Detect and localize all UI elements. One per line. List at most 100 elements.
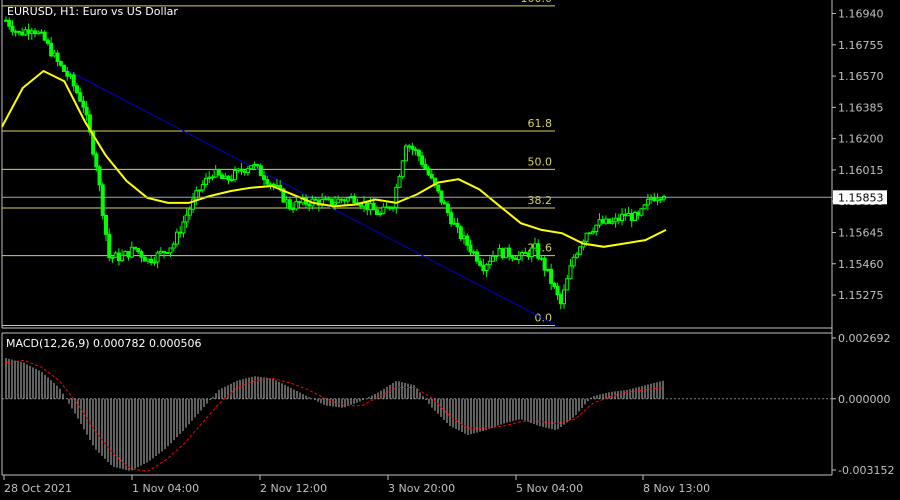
fibonacci-levels: 100.061.850.038.223.60.0 xyxy=(2,0,555,326)
price-tick-label: 1.15645 xyxy=(838,226,884,239)
trendline-layer xyxy=(61,67,556,326)
candle-body xyxy=(178,231,183,234)
fib-level-label: 50.0 xyxy=(528,155,553,168)
candle-body xyxy=(174,231,179,245)
candle-body xyxy=(413,148,418,151)
candle-body xyxy=(494,255,499,258)
candle-body xyxy=(136,248,141,253)
candle-body xyxy=(639,208,644,216)
candle-body xyxy=(210,176,215,179)
candle-body xyxy=(545,268,550,271)
candle-body xyxy=(426,168,431,176)
candle-body xyxy=(623,213,628,217)
candle-body xyxy=(603,218,608,224)
candle-body xyxy=(562,289,567,305)
candle-body xyxy=(584,232,589,242)
macd-tick-label: 0.002692 xyxy=(838,332,891,345)
candle-body xyxy=(342,199,347,202)
candle-body xyxy=(403,145,408,162)
candle-body xyxy=(468,244,473,253)
candle-body xyxy=(439,190,444,203)
candle-body xyxy=(126,251,131,258)
candle-body xyxy=(645,198,650,206)
candle-body xyxy=(607,218,612,224)
candle-body xyxy=(116,252,121,261)
candle-body xyxy=(487,260,492,266)
candle-body xyxy=(500,248,505,259)
macd-tick-label: -0.003152 xyxy=(838,464,894,477)
candle-body xyxy=(145,258,150,262)
chart-svg[interactable]: 100.061.850.038.223.60.0 1.169401.167551… xyxy=(0,0,900,500)
candle-body xyxy=(29,30,34,34)
fib-level-label: 38.2 xyxy=(528,194,553,207)
macd-label: MACD(12,26,9) 0.000782 0.000506 xyxy=(6,337,202,350)
candle-body xyxy=(649,197,654,200)
moving-average-line xyxy=(1,69,667,248)
moving-average-layer xyxy=(1,69,667,248)
candle-body xyxy=(84,106,89,116)
candle-body xyxy=(452,222,457,225)
candle-body xyxy=(26,29,31,34)
candle-body xyxy=(491,255,496,262)
candle-body xyxy=(36,31,41,35)
candle-body xyxy=(565,278,570,291)
candle-body xyxy=(410,145,415,150)
candle-body xyxy=(245,168,250,173)
candle-body xyxy=(313,198,318,201)
candle-body xyxy=(100,184,105,216)
candle-body xyxy=(339,198,344,201)
candle-body xyxy=(516,254,521,260)
candle-body xyxy=(591,231,596,234)
candle-body xyxy=(68,74,73,77)
candle-body xyxy=(33,30,38,35)
candle-body xyxy=(652,197,657,202)
current-price-label: 1.15853 xyxy=(838,191,884,204)
candle-body xyxy=(13,30,18,33)
candle-body xyxy=(329,198,334,206)
candle-body xyxy=(655,198,660,202)
candle-body xyxy=(578,246,583,255)
candle-body xyxy=(74,85,79,94)
candle-body xyxy=(600,219,605,224)
candle-body xyxy=(71,74,76,87)
candle-body xyxy=(616,217,621,221)
time-axis: 28 Oct 2021 1 Nov 04:00 2 Nov 12:00 3 Nov 2… xyxy=(3,475,710,495)
candle-body xyxy=(555,285,560,296)
fib-trendline xyxy=(61,67,556,326)
candle-body xyxy=(171,243,176,249)
candle-body xyxy=(103,214,108,235)
time-tick-label: 28 Oct 2021 xyxy=(4,482,72,495)
candle-body xyxy=(207,176,212,179)
candle-body xyxy=(262,175,267,181)
candle-body xyxy=(162,250,167,253)
candle-body xyxy=(216,169,221,176)
candle-body xyxy=(449,212,454,225)
candle-body xyxy=(423,163,428,170)
candle-body xyxy=(400,160,405,178)
candle-body xyxy=(197,189,202,192)
candle-body xyxy=(45,39,50,44)
candle-body xyxy=(510,255,515,259)
candle-body xyxy=(42,31,47,41)
candle-body xyxy=(429,174,434,179)
price-axis: 1.16940 1.16755 1.16570 1.16385 1.16200 1.160… xyxy=(2,8,887,302)
time-tick-label: 2 Nov 12:00 xyxy=(260,482,327,495)
candle-body xyxy=(297,201,302,204)
candle-body xyxy=(520,251,525,256)
candle-body xyxy=(39,31,44,34)
candle-body xyxy=(65,71,70,77)
candle-body xyxy=(258,165,263,177)
macd-tick-label: 0.000000 xyxy=(838,393,891,406)
candle-body xyxy=(407,145,412,148)
candle-body xyxy=(552,282,557,287)
candle-body xyxy=(610,221,615,224)
candle-body xyxy=(16,30,21,33)
candle-body xyxy=(107,233,112,258)
chart-window[interactable]: 100.061.850.038.223.60.0 1.169401.167551… xyxy=(0,0,900,500)
candle-body xyxy=(123,251,128,256)
candle-body xyxy=(223,175,228,180)
candle-body xyxy=(529,247,534,258)
candle-body xyxy=(52,52,57,57)
candle-body xyxy=(658,198,663,201)
candle-body xyxy=(62,64,67,73)
